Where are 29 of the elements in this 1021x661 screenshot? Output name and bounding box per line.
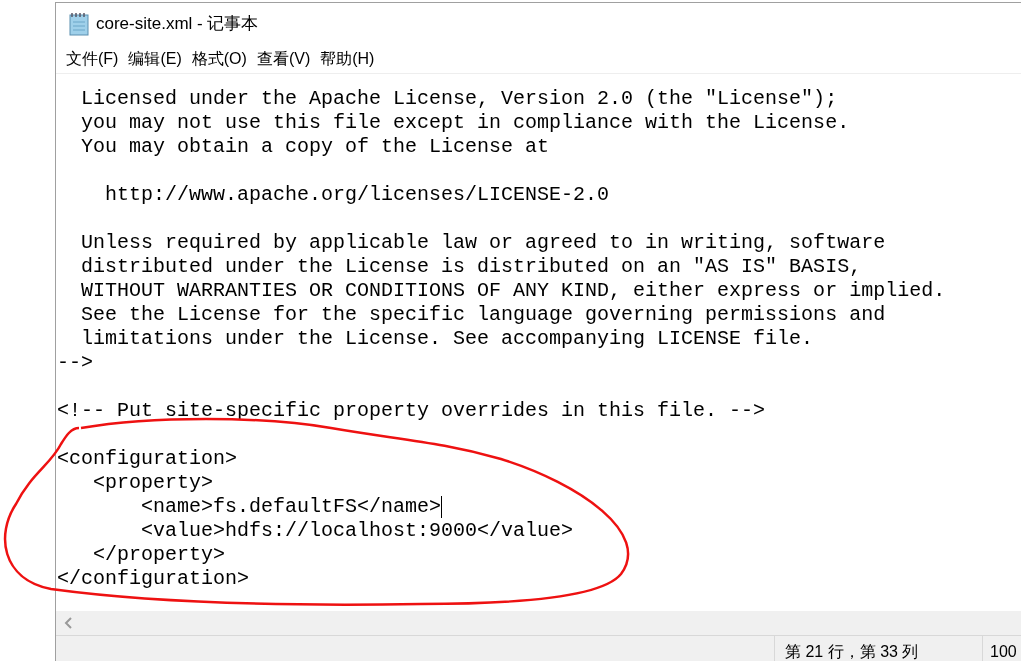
- text-cursor: [441, 496, 443, 518]
- zoom-level: 100: [990, 643, 1017, 660]
- code-line: -->: [57, 351, 93, 375]
- code-line: </configuration>: [57, 567, 250, 591]
- code-line: <name>fs.defaultFS</name>: [140, 495, 442, 519]
- menu-item[interactable]: 查看(V): [254, 47, 313, 71]
- menu-item[interactable]: 帮助(H): [318, 47, 377, 71]
- horizontal-scrollbar[interactable]: [56, 611, 1021, 635]
- code-line: <configuration>: [57, 447, 238, 471]
- code-line: limitations under the License. See accompanying LICENSE file.: [80, 327, 814, 351]
- code-line: you may not use this file except in compliance with the License.: [80, 111, 850, 135]
- notepad-icon: [68, 12, 90, 36]
- code-line: <property>: [92, 471, 214, 495]
- code-line: <!-- Put site-specific property overrides in this file. -->: [57, 399, 766, 423]
- window-title: core-site.xml - 记事本: [96, 13, 259, 36]
- code-line: distributed under the License is distributed on an "AS IS" BASIS,: [80, 255, 862, 279]
- code-line: <value>hdfs://localhost:9000</value>: [140, 519, 574, 543]
- menu-item[interactable]: 编辑(E): [126, 47, 184, 71]
- scroll-left-icon[interactable]: [64, 617, 74, 629]
- code-line: http://www.apache.org/licenses/LICENSE-2.0: [104, 183, 610, 207]
- menu-item[interactable]: 文件(F): [64, 47, 121, 71]
- cursor-position: 第 21 行，第 33 列: [785, 643, 919, 660]
- code-line: Licensed under the Apache License, Version 2.0 (the "License");: [80, 87, 838, 111]
- code-line: Unless required by applicable law or agreed to in writing, software: [80, 231, 886, 255]
- code-line: You may obtain a copy of the License at: [80, 135, 550, 159]
- code-line: See the License for the specific language governing permissions and: [80, 303, 886, 327]
- menu-item[interactable]: 格式(O): [189, 47, 249, 71]
- code-line: WITHOUT WARRANTIES OR CONDITIONS OF ANY KIND, either express or implied.: [80, 279, 946, 303]
- code-line: </property>: [92, 543, 226, 567]
